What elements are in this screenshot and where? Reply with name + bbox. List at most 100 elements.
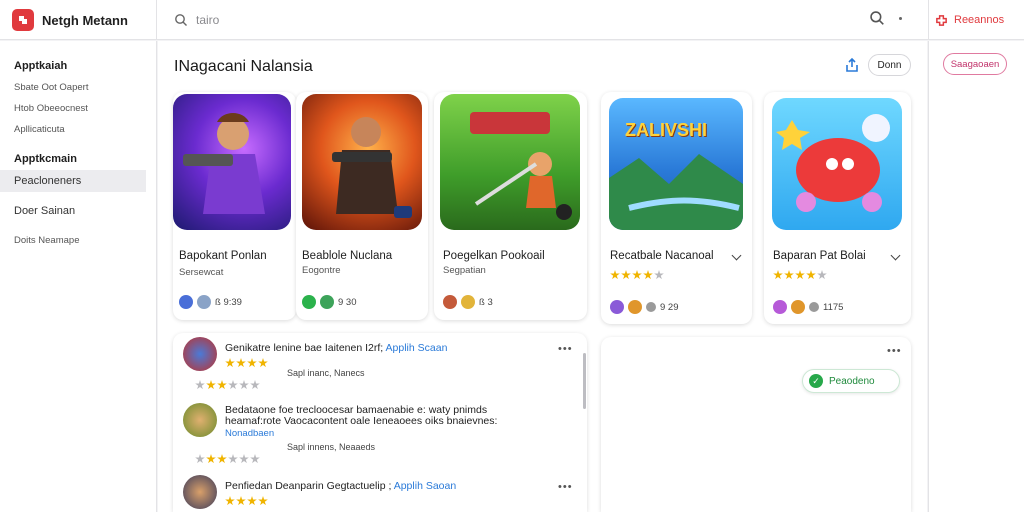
avatar — [791, 300, 805, 314]
star-icon — [236, 496, 246, 506]
review-link[interactable]: Applih Scaan — [386, 342, 448, 354]
sidebar-item-apptkaiah[interactable]: Apptkaiah — [0, 55, 156, 77]
star-icon — [258, 496, 268, 506]
chat-icon — [646, 302, 656, 312]
avatar — [443, 295, 457, 309]
star-icon — [250, 454, 260, 464]
check-icon: ✓ — [809, 374, 823, 388]
more-options-icon[interactable]: ••• — [558, 481, 573, 493]
search-icon — [175, 14, 187, 26]
recommend-button[interactable]: ✓ Peaodeno — [802, 369, 900, 393]
app-card[interactable]: Bapokant Ponlan Sersewcat ß 9:39 — [173, 92, 296, 320]
app-meta: ß 9:39 — [179, 295, 242, 309]
app-card[interactable]: ZALIVSHI Recatbale Nacanoal 9 29 — [601, 92, 752, 324]
sidebar-item-doer[interactable]: Doer Sainan — [0, 200, 156, 222]
star-icon — [610, 270, 620, 280]
right-pane-button[interactable]: Saagaoaen — [943, 53, 1007, 75]
rating-stars — [225, 358, 268, 368]
rating-stars — [610, 270, 664, 280]
sidebar-item-sub-3[interactable]: Apllicaticuta — [0, 119, 156, 140]
search-submit-icon[interactable] — [869, 10, 885, 26]
star-icon — [247, 358, 257, 368]
app-title: Poegelkan Pookoail — [443, 250, 545, 262]
star-icon — [206, 454, 216, 464]
app-card[interactable]: Poegelkan Pookoail Segpatian ß 3 — [434, 92, 587, 320]
app-meta: 9 30 — [302, 295, 357, 309]
app-thumbnail — [173, 94, 291, 230]
app-subtitle: Sersewcat — [179, 267, 224, 278]
avatar[interactable] — [183, 403, 217, 437]
star-icon — [784, 270, 794, 280]
top-right-label: Reeannos — [954, 14, 1005, 26]
recommend-label: Peaodeno — [829, 375, 875, 387]
app-card[interactable]: Beablole Nuclana Eogontre 9 30 — [296, 92, 428, 320]
star-icon — [773, 270, 783, 280]
app-meta: 1175 — [773, 300, 843, 314]
chevron-down-icon[interactable] — [890, 250, 901, 261]
app-title: Beablole Nuclana — [302, 250, 393, 262]
game-logo-text: ZALIVSHI — [625, 120, 708, 140]
search-input[interactable]: tairo — [196, 13, 219, 27]
recycle-icon — [302, 295, 316, 309]
star-icon — [654, 270, 664, 280]
right-pane — [928, 41, 1024, 512]
star-icon — [795, 270, 805, 280]
avatar[interactable] — [183, 337, 217, 371]
review-link[interactable]: Applih Saoan — [394, 480, 456, 492]
sidebar-item-sub-1[interactable]: Sbate Oot Oapert — [0, 77, 156, 98]
star-icon — [228, 454, 238, 464]
sidebar: Apptkaiah Sbate Oot Oapert Htob Obeeocne… — [0, 41, 157, 512]
star-icon — [217, 454, 227, 464]
menu-dot-icon[interactable] — [899, 16, 902, 20]
top-bar: Netgh Metann tairo Reeannos — [0, 0, 1024, 40]
star-icon — [217, 380, 227, 390]
rating-stars — [195, 380, 260, 390]
star-icon — [643, 270, 653, 280]
sidebar-item-doits[interactable]: Doits Neamape — [0, 230, 156, 251]
star-icon — [239, 380, 249, 390]
more-options-icon[interactable]: ••• — [558, 343, 573, 355]
brand-name: Netgh Metann — [42, 12, 128, 28]
star-icon — [236, 358, 246, 368]
chat-icon — [809, 302, 819, 312]
star-icon — [817, 270, 827, 280]
app-meta-text: 1175 — [823, 301, 844, 313]
sidebar-item-apptkcmain[interactable]: Apptkcmain — [0, 148, 156, 170]
app-subtitle: Eogontre — [302, 265, 341, 276]
star-icon — [621, 270, 631, 280]
app-title: Baparan Pat Bolai — [773, 250, 866, 262]
more-options-icon[interactable]: ••• — [887, 345, 902, 357]
avatar[interactable] — [183, 475, 217, 509]
review-link[interactable]: Nonadbaen — [225, 428, 274, 439]
avatar — [610, 300, 624, 314]
chevron-down-icon[interactable] — [731, 250, 742, 261]
app-meta-text: ß 3 — [479, 296, 493, 308]
top-right-action[interactable]: Reeannos — [928, 0, 1024, 40]
star-icon — [225, 496, 235, 506]
star-icon — [806, 270, 816, 280]
review-title: Genikatre lenine bae Iaitenen I2rf; Appl… — [225, 342, 447, 354]
page-title: INagacani Nalansia — [174, 58, 313, 75]
app-thumbnail — [302, 94, 422, 230]
scrollbar[interactable] — [583, 353, 586, 409]
sidebar-item-active[interactable]: Peacloneners — [0, 170, 146, 192]
puzzle-icon — [936, 14, 947, 26]
sidebar-item-sub-2[interactable]: Htob Obeeocnest — [0, 98, 156, 119]
app-meta: ß 3 — [443, 295, 493, 309]
star-icon — [195, 454, 205, 464]
search-bar[interactable]: tairo — [166, 6, 906, 34]
review-meta: Sapl innens, Neaaeds — [287, 442, 376, 452]
app-meta: 9 29 — [610, 300, 679, 314]
done-button[interactable]: Donn — [868, 54, 911, 76]
app-card[interactable]: Baparan Pat Bolai 1175 — [764, 92, 911, 324]
share-icon[interactable] — [844, 57, 860, 73]
app-title: Bapokant Ponlan — [179, 250, 267, 262]
review-title: Penfiedan Deanparin Gegtactuelip ; Appli… — [225, 480, 456, 492]
brand[interactable]: Netgh Metann — [0, 0, 157, 40]
rating-stars — [195, 454, 260, 464]
star-icon — [206, 380, 216, 390]
review-title-text: Penfiedan Deanparin Gegtactuelip ; — [225, 480, 392, 492]
rating-stars — [773, 270, 827, 280]
